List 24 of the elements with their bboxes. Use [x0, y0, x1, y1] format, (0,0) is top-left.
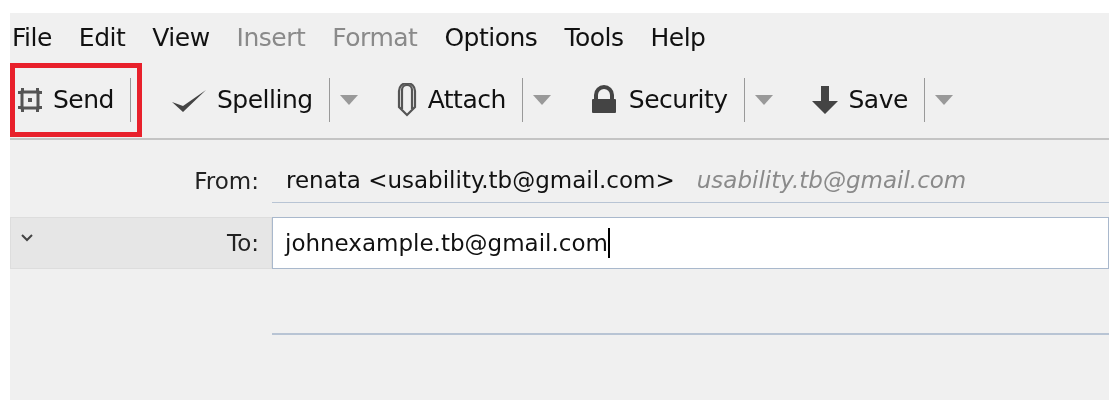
- menu-item[interactable]: Options: [444, 22, 538, 52]
- dropdown-arrow-icon: [339, 94, 358, 105]
- chevron-down-icon: [21, 234, 33, 242]
- menu-item[interactable]: File: [12, 22, 52, 52]
- from-label: From:: [193, 167, 259, 194]
- toolbar-button[interactable]: Send: [15, 85, 120, 114]
- dropdown-arrow-icon: [532, 94, 551, 105]
- toolbar-button[interactable]: Spelling: [168, 85, 319, 114]
- menu-item[interactable]: Help: [650, 22, 706, 52]
- menu-item[interactable]: Tools: [564, 22, 624, 52]
- collapse-toggle[interactable]: [21, 234, 33, 242]
- dropdown-arrow-icon: [754, 94, 773, 105]
- from-selector[interactable]: renata <usability.tb@gmail.com> usability.tb@gmail.com: [272, 158, 1109, 203]
- down-arrow-icon: [810, 84, 839, 115]
- send-icon: [17, 86, 43, 113]
- menu-item[interactable]: View: [152, 22, 210, 52]
- toolbar-button[interactable]: Save: [808, 84, 914, 115]
- menu-item[interactable]: Edit: [78, 22, 126, 52]
- paperclip-icon: [395, 82, 418, 117]
- toolbar-button[interactable]: Attach: [393, 82, 512, 117]
- toolbar-button[interactable]: Security: [586, 84, 734, 115]
- recipient-label: To:: [227, 230, 259, 256]
- dropdown-arrow-icon: [934, 94, 953, 105]
- recipient-field[interactable]: johnexample.tb@gmail.com: [272, 217, 1109, 269]
